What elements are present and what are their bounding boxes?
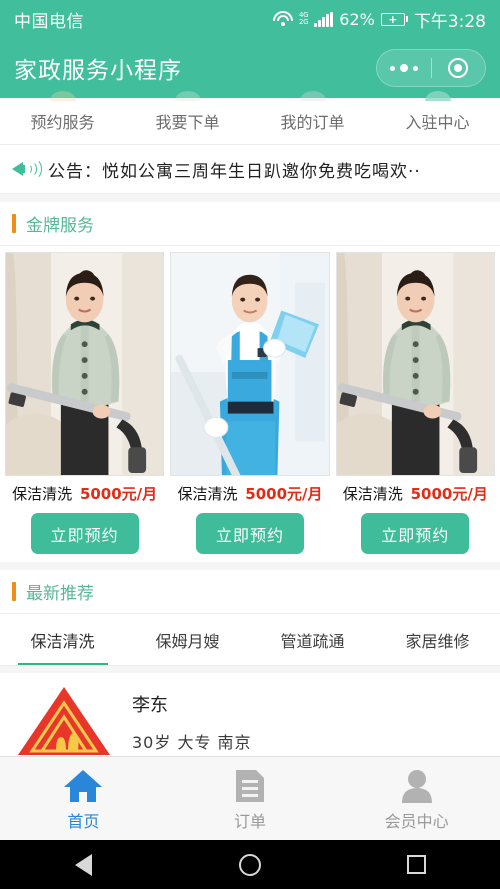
tab-bar-item-home[interactable]: 首页 [0, 766, 167, 832]
tab-bar-label: 订单 [234, 811, 267, 831]
triangle-back-icon [74, 853, 92, 876]
service-price: 5000元/月 [245, 485, 323, 503]
android-back-button[interactable] [53, 840, 113, 889]
quick-nav: 预约服务 我要下单 我的订单 入驻中心 [0, 98, 500, 145]
service-price-row: 保洁清洗 5000元/月 [177, 483, 322, 504]
book-now-button[interactable]: 立即预约 [195, 513, 304, 554]
tab-label: 家居维修 [405, 631, 470, 651]
tab-bar-item-orders[interactable]: 订单 [167, 766, 334, 832]
book-now-button[interactable]: 立即预约 [361, 513, 470, 554]
signal-icon [314, 11, 334, 27]
quick-nav-label: 入驻中心 [405, 113, 470, 132]
service-price: 5000元/月 [79, 485, 158, 503]
android-home-button[interactable] [220, 840, 280, 889]
user-icon [400, 766, 434, 804]
red-house-logo [14, 683, 114, 761]
list-item-info: 李东 30岁 大专 南京 [132, 691, 252, 753]
target-circle-icon[interactable] [432, 58, 486, 78]
service-price: 5000元/月 [410, 485, 488, 503]
page-title: 家政服务小程序 [14, 58, 182, 84]
book-now-button[interactable]: 立即预约 [30, 513, 139, 554]
android-recents-button[interactable] [387, 840, 447, 889]
home-icon [63, 766, 103, 804]
circle-home-icon [238, 853, 261, 876]
network-type-label: 4G 2G [298, 11, 309, 26]
announcement-bar[interactable]: 公告：悦如公寓三周年生日趴邀你免费吃喝欢·· [0, 145, 500, 194]
recommend-section: 最新推荐 保洁清洗 保姆月嫂 管道疏通 家居维修 [0, 570, 500, 666]
quick-nav-item-appointment[interactable]: 预约服务 [0, 98, 125, 144]
clock-label: 下午3:28 [413, 11, 486, 32]
quick-nav-item-order[interactable]: 我要下单 [125, 98, 250, 144]
category-tabs: 保洁清洗 保姆月嫂 管道疏通 家居维修 [0, 614, 500, 666]
section-title: 金牌服务 [26, 216, 94, 236]
service-name: 保洁清洗 [342, 485, 403, 503]
section-accent-bar [12, 214, 16, 233]
worker-name: 李东 [132, 695, 168, 716]
battery-percent: 62% [339, 9, 375, 29]
tab-cleaning[interactable]: 保洁清洗 [0, 614, 125, 665]
quick-nav-item-my-orders[interactable]: 我的订单 [250, 98, 375, 144]
service-card[interactable]: 保洁清洗 5000元/月 立即预约 [5, 252, 165, 554]
tab-plumbing[interactable]: 管道疏通 [250, 614, 375, 665]
tab-bar-label: 会员中心 [384, 811, 449, 831]
quick-nav-label: 预约服务 [30, 113, 95, 132]
quick-nav-label: 我的订单 [280, 113, 345, 132]
tab-bar-label: 首页 [67, 811, 100, 831]
service-price-row: 保洁清洗 5000元/月 [12, 483, 157, 504]
tab-home-repair[interactable]: 家居维修 [375, 614, 500, 665]
status-bar: 中国电信 4G 2G 62% + 下午3:28 [0, 0, 500, 38]
tab-label: 保姆月嫂 [155, 631, 220, 651]
service-card[interactable]: 保洁清洗 5000元/月 立即预约 [170, 252, 330, 554]
carrier-label: 中国电信 [14, 11, 84, 32]
service-name: 保洁清洗 [12, 485, 73, 503]
service-price-row: 保洁清洗 5000元/月 [343, 483, 488, 504]
more-dots-icon[interactable] [377, 64, 431, 72]
megaphone-icon [12, 158, 42, 180]
miniprogram-capsule[interactable] [376, 49, 486, 87]
service-image[interactable] [170, 252, 330, 476]
worker-meta: 30岁 大专 南京 [132, 733, 252, 752]
recommend-header: 最新推荐 [0, 570, 500, 614]
gold-service-card-list: 保洁清洗 5000元/月 立即预约 保洁清洗 5000元/月 立即预约 保洁清洗… [0, 246, 500, 562]
phone-screen: 中国电信 4G 2G 62% + 下午3:28 家政服务小程序 预约服务 我要下… [0, 0, 500, 889]
app-bar: 家政服务小程序 [0, 38, 500, 98]
gold-service-section: 金牌服务 保洁清洗 5000元/月 立即预约 保洁清洗 5000元/月 立即预约… [0, 202, 500, 562]
service-name: 保洁清洗 [177, 485, 238, 503]
tab-bar-item-member-center[interactable]: 会员中心 [333, 766, 500, 832]
tab-nanny[interactable]: 保姆月嫂 [125, 614, 250, 665]
status-icons: 4G 2G 62% + 下午3:28 [272, 7, 486, 32]
section-accent-bar [12, 582, 16, 601]
bottom-tab-bar: 首页 订单 会员中心 [0, 756, 500, 840]
android-nav-bar [0, 840, 500, 889]
tab-label: 管道疏通 [280, 631, 345, 651]
quick-nav-item-join-center[interactable]: 入驻中心 [375, 98, 500, 144]
document-icon [234, 766, 266, 804]
announcement-text: 公告：悦如公寓三周年生日趴邀你免费吃喝欢·· [48, 161, 421, 182]
service-card[interactable]: 保洁清洗 5000元/月 立即预约 [335, 252, 495, 554]
wifi-icon [272, 11, 293, 27]
gold-service-header: 金牌服务 [0, 202, 500, 246]
service-image[interactable] [5, 252, 165, 476]
square-recents-icon [407, 855, 427, 874]
service-image[interactable] [335, 252, 495, 476]
battery-icon: + [380, 12, 408, 26]
tab-label: 保洁清洗 [30, 631, 95, 651]
section-title: 最新推荐 [26, 584, 94, 604]
quick-nav-label: 我要下单 [155, 113, 220, 132]
